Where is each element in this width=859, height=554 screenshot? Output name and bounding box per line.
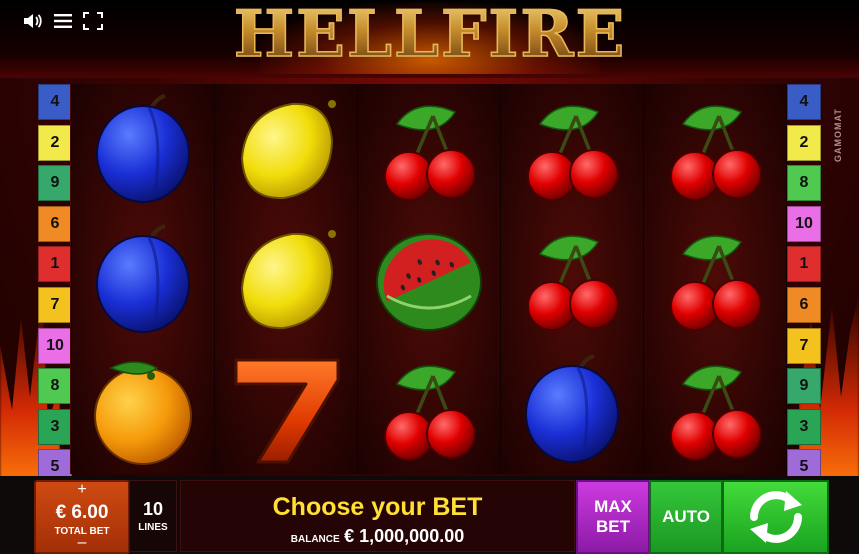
- lines-value: 10: [142, 499, 164, 519]
- paylines-right: 4 2 8 10 1 6 7 9 3 5: [787, 84, 821, 490]
- auto-button[interactable]: AUTO: [649, 480, 723, 554]
- balance-label: BALANCE: [290, 534, 340, 545]
- max-bet-label-1: MAX: [594, 497, 632, 516]
- plum-icon: [96, 94, 190, 203]
- plum-symbol: [501, 346, 643, 474]
- orange-icon: [94, 361, 192, 465]
- payline-badge-right-6[interactable]: 6: [787, 286, 821, 323]
- payline-badge-left-2[interactable]: 2: [38, 124, 72, 161]
- cherry-symbol: [501, 216, 643, 344]
- lines-panel[interactable]: 10 LINES: [129, 480, 177, 552]
- payline-badge-right-9[interactable]: 9: [787, 368, 821, 405]
- top-bar: HELLFIRE: [0, 0, 859, 78]
- reel-1: [71, 84, 215, 474]
- plum-icon: [96, 224, 190, 333]
- payline-badge-right-1[interactable]: 1: [787, 246, 821, 283]
- cherry-symbol: [358, 346, 500, 474]
- orange-symbol: [72, 346, 214, 474]
- cherry-symbol: [501, 86, 643, 214]
- payline-badge-left-6[interactable]: 6: [38, 205, 72, 242]
- watermelon-symbol: [358, 216, 500, 344]
- total-bet-panel: + € 6.00 TOTAL BET –: [34, 480, 130, 554]
- game-logo: HELLFIRE: [233, 0, 625, 74]
- total-bet-value: € 6.00: [55, 502, 109, 523]
- seven-symbol: [215, 346, 357, 474]
- reel-4: [500, 84, 644, 474]
- cherry-icon: [384, 365, 476, 461]
- cherry-symbol: [644, 86, 786, 214]
- payline-badge-right-7[interactable]: 7: [787, 327, 821, 364]
- bet-prompt: Choose your BET: [272, 493, 483, 521]
- max-bet-button[interactable]: MAX BET: [576, 480, 650, 554]
- logo-text: HELLFIRE: [233, 0, 627, 72]
- plum-symbol: [72, 216, 214, 344]
- cherry-icon: [527, 235, 619, 331]
- cherry-icon: [670, 235, 762, 331]
- top-controls: [22, 10, 104, 32]
- payline-badge-left-4[interactable]: 4: [38, 84, 72, 120]
- plum-symbol: [72, 86, 214, 214]
- cherry-symbol: [358, 86, 500, 214]
- max-bet-label-2: BET: [596, 517, 630, 536]
- spin-button[interactable]: [722, 480, 829, 554]
- cherry-icon: [384, 105, 476, 201]
- payline-badge-left-3[interactable]: 3: [38, 408, 72, 445]
- payline-badge-left-7[interactable]: 7: [38, 286, 72, 323]
- speaker-icon[interactable]: [22, 10, 44, 32]
- payline-badge-right-3[interactable]: 3: [787, 408, 821, 445]
- decrease-bet-button[interactable]: –: [36, 534, 128, 552]
- reel-5: [643, 84, 787, 474]
- lemon-icon: [240, 230, 336, 330]
- fullscreen-icon[interactable]: [82, 10, 104, 32]
- menu-icon[interactable]: [52, 10, 74, 32]
- balance: BALANCE € 1,000,000.00: [181, 526, 574, 547]
- lemon-symbol: [215, 216, 357, 344]
- payline-badge-left-10[interactable]: 10: [38, 327, 72, 364]
- payline-badge-left-8[interactable]: 8: [38, 368, 72, 405]
- lemon-symbol: [215, 86, 357, 214]
- balance-value: € 1,000,000.00: [344, 526, 465, 546]
- reel-2: [214, 84, 358, 474]
- message-panel: Choose your BET BALANCE € 1,000,000.00: [180, 480, 575, 552]
- watermelon-icon: [376, 233, 482, 331]
- cherry-icon: [670, 105, 762, 201]
- payline-badge-right-10[interactable]: 10: [787, 205, 821, 242]
- lemon-icon: [240, 100, 336, 200]
- plum-icon: [525, 354, 619, 463]
- lines-label: LINES: [138, 522, 168, 533]
- cherry-icon: [670, 365, 762, 461]
- provider-label: GAMOMAT: [833, 108, 843, 162]
- reel-3: [357, 84, 501, 474]
- payline-badge-right-2[interactable]: 2: [787, 124, 821, 161]
- cherry-icon: [527, 105, 619, 201]
- cherry-symbol: [644, 346, 786, 474]
- cherry-symbol: [644, 216, 786, 344]
- payline-badge-right-8[interactable]: 8: [787, 165, 821, 202]
- paylines-left: 4 2 9 6 1 7 10 8 3 5: [38, 84, 72, 490]
- payline-badge-left-1[interactable]: 1: [38, 246, 72, 283]
- spin-icon: [749, 491, 802, 543]
- reel-area: [70, 84, 787, 474]
- payline-badge-left-9[interactable]: 9: [38, 165, 72, 202]
- increase-bet-button[interactable]: +: [36, 482, 128, 498]
- seven-icon: [234, 358, 340, 464]
- payline-badge-right-4[interactable]: 4: [787, 84, 821, 120]
